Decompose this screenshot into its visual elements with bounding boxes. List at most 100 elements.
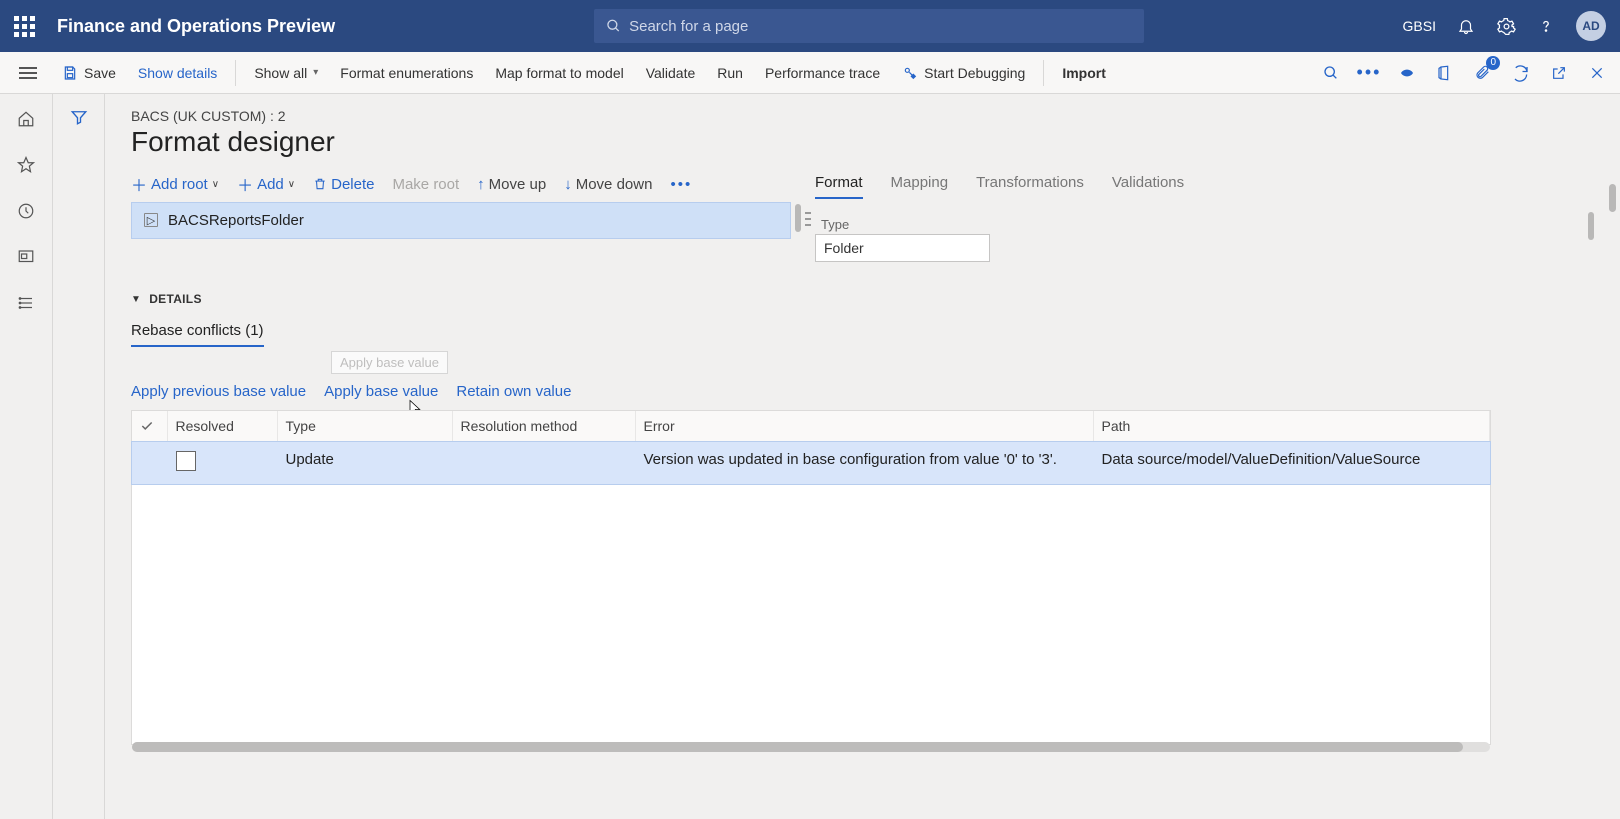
cell-path: Data source/model/ValueDefinition/ValueS…	[1093, 442, 1490, 485]
tree-node-label: BACSReportsFolder	[168, 212, 304, 229]
expand-caret-icon[interactable]: ▷	[144, 213, 158, 227]
col-error[interactable]: Error	[635, 411, 1093, 442]
pane-grip-icon[interactable]	[805, 212, 811, 226]
cell-type: Update	[277, 442, 452, 485]
refresh-icon[interactable]	[1510, 62, 1532, 84]
recent-icon[interactable]	[15, 200, 37, 222]
tooltip: Apply base value	[331, 351, 448, 374]
start-debugging-button[interactable]: Start Debugging	[892, 59, 1035, 87]
search-icon	[606, 18, 621, 34]
filter-column	[53, 94, 105, 819]
conflict-actions: Apply base value Apply previous base val…	[131, 383, 1602, 400]
left-nav	[0, 94, 53, 819]
debug-icon	[902, 65, 918, 81]
import-button[interactable]: Import	[1052, 59, 1116, 87]
caret-down-icon: ▼	[131, 294, 141, 305]
tab-mapping[interactable]: Mapping	[891, 174, 949, 199]
more-commands-icon[interactable]: •••	[1358, 62, 1380, 84]
checkbox[interactable]	[176, 451, 196, 471]
attachments-badge: 0	[1486, 56, 1500, 70]
tree-toolbar: ＋Add root∨ ＋Add∨ Delete Make root ↑Move …	[131, 172, 791, 196]
apply-previous-base-value-button[interactable]: Apply previous base value	[131, 383, 306, 400]
company-code[interactable]: GBSI	[1403, 18, 1436, 34]
show-details-button[interactable]: Show details	[128, 59, 227, 87]
prop-type-label: Type	[821, 217, 1602, 232]
col-type[interactable]: Type	[277, 411, 452, 442]
save-button[interactable]: Save	[52, 59, 126, 87]
nav-toggle-icon[interactable]	[12, 67, 44, 79]
col-resolved[interactable]: Resolved	[167, 411, 277, 442]
validate-button[interactable]: Validate	[636, 59, 706, 87]
separator	[235, 60, 236, 86]
right-scrollbar[interactable]	[1588, 212, 1594, 240]
cell-resolved[interactable]	[167, 442, 277, 485]
breadcrumb: BACS (UK CUSTOM) : 2	[131, 108, 1602, 124]
vertical-scrollbar[interactable]	[1609, 184, 1616, 212]
global-search[interactable]	[594, 9, 1144, 43]
dataverse-icon[interactable]	[1396, 62, 1418, 84]
gear-icon[interactable]	[1496, 16, 1516, 36]
top-bar: Finance and Operations Preview GBSI AD	[0, 0, 1620, 52]
command-bar: Save Show details Show all▾ Format enume…	[0, 52, 1620, 94]
popout-icon[interactable]	[1548, 62, 1570, 84]
tab-format[interactable]: Format	[815, 174, 863, 199]
add-root-button[interactable]: ＋Add root∨	[131, 172, 219, 196]
show-all-button[interactable]: Show all▾	[244, 59, 328, 87]
delete-button[interactable]: Delete	[313, 176, 374, 193]
format-enumerations-button[interactable]: Format enumerations	[330, 59, 483, 87]
tab-validations[interactable]: Validations	[1112, 174, 1184, 199]
page-title: Format designer	[131, 126, 1602, 158]
filter-icon[interactable]	[70, 108, 88, 819]
map-format-button[interactable]: Map format to model	[485, 59, 633, 87]
help-icon[interactable]	[1536, 16, 1556, 36]
move-down-button[interactable]: ↓Move down	[564, 176, 652, 193]
apply-base-value-button[interactable]: Apply base value	[324, 383, 438, 400]
tree-pane: ＋Add root∨ ＋Add∨ Delete Make root ↑Move …	[131, 172, 791, 262]
bell-icon[interactable]	[1456, 16, 1476, 36]
workspace-icon[interactable]	[15, 246, 37, 268]
chevron-down-icon: ▾	[313, 67, 318, 78]
search-command-icon[interactable]	[1320, 62, 1342, 84]
details-toggle[interactable]: ▼ DETAILS	[131, 292, 1602, 306]
make-root-button: Make root	[392, 176, 459, 193]
app-launcher-icon[interactable]	[14, 16, 35, 37]
details-section: ▼ DETAILS Rebase conflicts (1) Apply bas…	[131, 292, 1602, 745]
app-title: Finance and Operations Preview	[57, 16, 335, 37]
close-icon[interactable]	[1586, 62, 1608, 84]
check-icon	[140, 419, 154, 433]
select-all-header[interactable]	[132, 411, 167, 442]
user-avatar[interactable]: AD	[1576, 11, 1606, 41]
col-path[interactable]: Path	[1093, 411, 1490, 442]
tab-rebase-conflicts[interactable]: Rebase conflicts (1)	[131, 322, 264, 347]
separator	[1043, 60, 1044, 86]
star-icon[interactable]	[15, 154, 37, 176]
run-button[interactable]: Run	[707, 59, 753, 87]
performance-trace-button[interactable]: Performance trace	[755, 59, 890, 87]
trash-icon	[313, 177, 327, 191]
retain-own-value-button[interactable]: Retain own value	[456, 383, 571, 400]
properties-pane: Format Mapping Transformations Validatio…	[815, 172, 1602, 262]
modules-icon[interactable]	[15, 292, 37, 314]
conflicts-grid: Resolved Type Resolution method Error Pa…	[131, 410, 1491, 745]
attachments-icon[interactable]: 0	[1472, 62, 1494, 84]
cell-method	[452, 442, 635, 485]
save-icon	[62, 65, 78, 81]
horizontal-scrollbar[interactable]	[132, 742, 1490, 752]
search-input[interactable]	[629, 18, 1132, 35]
cell-error: Version was updated in base configuratio…	[635, 442, 1093, 485]
table-row[interactable]: Update Version was updated in base confi…	[132, 442, 1490, 485]
arrow-up-icon: ↑	[477, 176, 485, 193]
tab-transformations[interactable]: Transformations	[976, 174, 1084, 199]
home-icon[interactable]	[15, 108, 37, 130]
arrow-down-icon: ↓	[564, 176, 572, 193]
property-tabs: Format Mapping Transformations Validatio…	[815, 174, 1602, 199]
more-tree-actions-icon[interactable]: •••	[670, 176, 692, 193]
tree-node-root[interactable]: ▷ BACSReportsFolder	[131, 202, 791, 239]
prop-type-value[interactable]: Folder	[815, 234, 990, 262]
splitter-handle[interactable]	[795, 204, 801, 232]
move-up-button[interactable]: ↑Move up	[477, 176, 546, 193]
col-method[interactable]: Resolution method	[452, 411, 635, 442]
main-content: BACS (UK CUSTOM) : 2 Format designer ＋Ad…	[105, 94, 1620, 819]
add-button[interactable]: ＋Add∨	[237, 172, 295, 196]
office-icon[interactable]	[1434, 62, 1456, 84]
